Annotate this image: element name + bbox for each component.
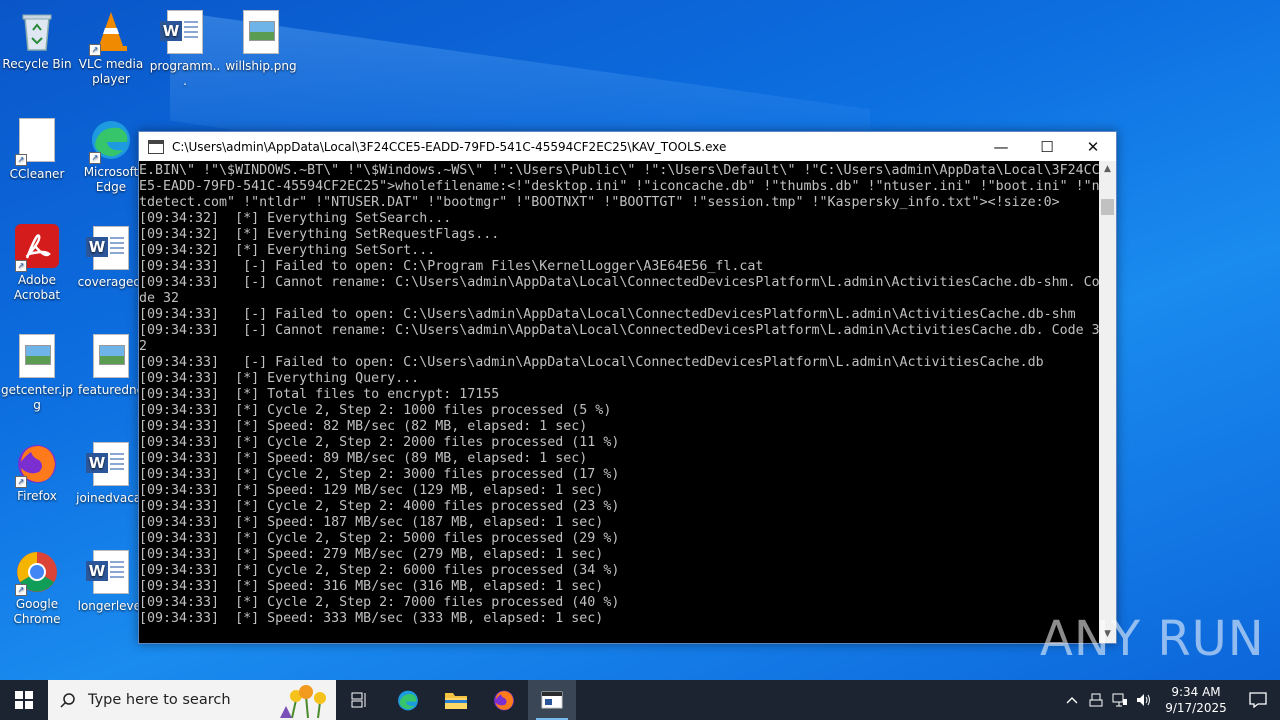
minimize-button[interactable]: —: [978, 132, 1024, 161]
desktop-icon-ccleaner[interactable]: ↗ CCleaner: [0, 116, 74, 182]
maximize-button[interactable]: ☐: [1024, 132, 1070, 161]
desktop-icon-label: getcenter.jpg: [1, 383, 73, 412]
image-file-icon: [239, 10, 283, 56]
blank-file-icon: ↗: [15, 118, 59, 166]
word-document-icon: [86, 442, 133, 488]
desktop-icon-featuredne[interactable]: featuredne: [74, 332, 148, 398]
desktop-icon-acrobat[interactable]: ↗ Adobe Acrobat: [0, 224, 74, 303]
acrobat-icon: ↗: [15, 224, 59, 272]
taskbar-firefox-button[interactable]: [480, 680, 528, 720]
edge-icon: [398, 690, 418, 711]
anyrun-watermark: ANY RUN: [1040, 604, 1265, 674]
volume-icon[interactable]: [1132, 680, 1156, 720]
image-file-icon: [15, 334, 59, 380]
desktop-icon-label: joinedvacat: [76, 491, 146, 505]
desktop-icon-label: CCleaner: [9, 167, 65, 181]
chrome-icon: ↗: [15, 548, 59, 596]
clock-time: 9:34 AM: [1171, 685, 1221, 699]
console-app-icon: [148, 139, 164, 154]
firefox-icon: ↗: [15, 440, 59, 488]
scroll-up-icon[interactable]: ▲: [1099, 161, 1116, 178]
desktop-icon-coveragedi[interactable]: coveragedi: [74, 224, 148, 290]
console-text: E.BIN\" !"\$WINDOWS.~BT\" !"\$Windows.~W…: [139, 163, 1099, 626]
taskbar-edge-button[interactable]: [384, 680, 432, 720]
shortcut-arrow-icon: ↗: [15, 584, 27, 596]
desktop-icon-chrome[interactable]: ↗ Google Chrome: [0, 548, 74, 627]
taskbar-console-button[interactable]: [528, 680, 576, 720]
shortcut-arrow-icon: ↗: [89, 152, 101, 164]
desktop-icon-label: programm...: [149, 59, 221, 88]
start-button[interactable]: [0, 680, 48, 720]
desktop-icon-label: VLC media player: [78, 57, 144, 86]
system-tray: 9:34 AM 9/17/2025: [1060, 680, 1280, 720]
windows-logo-icon: [15, 691, 33, 709]
close-button[interactable]: ✕: [1070, 132, 1116, 161]
shortcut-arrow-icon: ↗: [15, 476, 27, 488]
desktop-icon-joinedvacat[interactable]: joinedvacat: [74, 440, 148, 506]
word-document-icon: [86, 226, 133, 272]
shortcut-arrow-icon: ↗: [15, 260, 27, 272]
search-placeholder: Type here to search: [88, 692, 231, 708]
console-window[interactable]: C:\Users\admin\AppData\Local\3F24CCE5-EA…: [138, 131, 1117, 644]
window-titlebar[interactable]: C:\Users\admin\AppData\Local\3F24CCE5-EA…: [139, 132, 1116, 161]
desktop-icon-label: longerlevel: [77, 599, 145, 613]
desktop-icon-programm[interactable]: programm...: [148, 8, 222, 89]
taskbar-file-explorer-button[interactable]: [432, 680, 480, 720]
taskbar-clock[interactable]: 9:34 AM 9/17/2025: [1156, 684, 1236, 716]
vertical-scrollbar[interactable]: ▲ ▼: [1099, 161, 1116, 643]
desktop-icon-label: Recycle Bin: [2, 57, 72, 71]
edge-icon: ↗: [89, 116, 133, 164]
desktop-icon-willship[interactable]: willship.png: [224, 8, 298, 74]
desktop-icon-label: featuredne: [78, 383, 144, 397]
desktop-icon-label: Microsoft Edge: [83, 165, 139, 194]
network-icon[interactable]: [1108, 680, 1132, 720]
firefox-icon: [494, 690, 514, 711]
vlc-cone-icon: ↗: [89, 8, 133, 56]
recycle-bin-icon: [15, 8, 59, 54]
desktop-icon-getcenter[interactable]: getcenter.jpg: [0, 332, 74, 413]
desktop-icon-longerlevel[interactable]: longerlevel: [74, 548, 148, 614]
folder-icon: [445, 693, 467, 709]
desktop-icon-label: Firefox: [17, 489, 57, 503]
usb-device-icon[interactable]: [1084, 680, 1108, 720]
word-document-icon: [160, 10, 207, 56]
shortcut-arrow-icon: ↗: [15, 154, 27, 166]
chevron-up-icon[interactable]: [1060, 680, 1084, 720]
word-document-icon: [86, 550, 133, 596]
taskbar-search-box[interactable]: Type here to search: [48, 680, 336, 720]
console-output[interactable]: E.BIN\" !"\$WINDOWS.~BT\" !"\$Windows.~W…: [139, 161, 1099, 643]
taskbar: Type here to search 9:34 AM 9/17/2025: [0, 680, 1280, 720]
scrollbar-thumb[interactable]: [1101, 199, 1114, 215]
window-title: C:\Users\admin\AppData\Local\3F24CCE5-EA…: [172, 139, 727, 154]
desktop-icon-recycle-bin[interactable]: Recycle Bin: [0, 8, 74, 72]
desktop-icon-vlc[interactable]: ↗ VLC media player: [74, 8, 148, 87]
clock-date: 9/17/2025: [1165, 701, 1227, 715]
task-view-icon: [351, 692, 366, 708]
desktop-icon-label: coveragedi: [77, 275, 145, 289]
desktop-icon-firefox[interactable]: ↗ Firefox: [0, 440, 74, 504]
search-highlight-flowers-icon: [280, 685, 326, 718]
desktop-icon-edge[interactable]: ↗ Microsoft Edge: [74, 116, 148, 195]
console-window-icon: [541, 691, 563, 709]
desktop-icon-label: willship.png: [225, 59, 297, 73]
search-icon: [60, 693, 75, 708]
watermark-text: ANY RUN: [1040, 611, 1265, 667]
shortcut-arrow-icon: ↗: [89, 44, 101, 56]
task-view-button[interactable]: [336, 680, 384, 720]
notification-icon: [1249, 692, 1267, 708]
desktop-icon-label: Google Chrome: [13, 597, 61, 626]
notification-center-button[interactable]: [1236, 680, 1280, 720]
desktop-icon-label: Adobe Acrobat: [13, 273, 61, 302]
image-file-icon: [89, 334, 133, 380]
